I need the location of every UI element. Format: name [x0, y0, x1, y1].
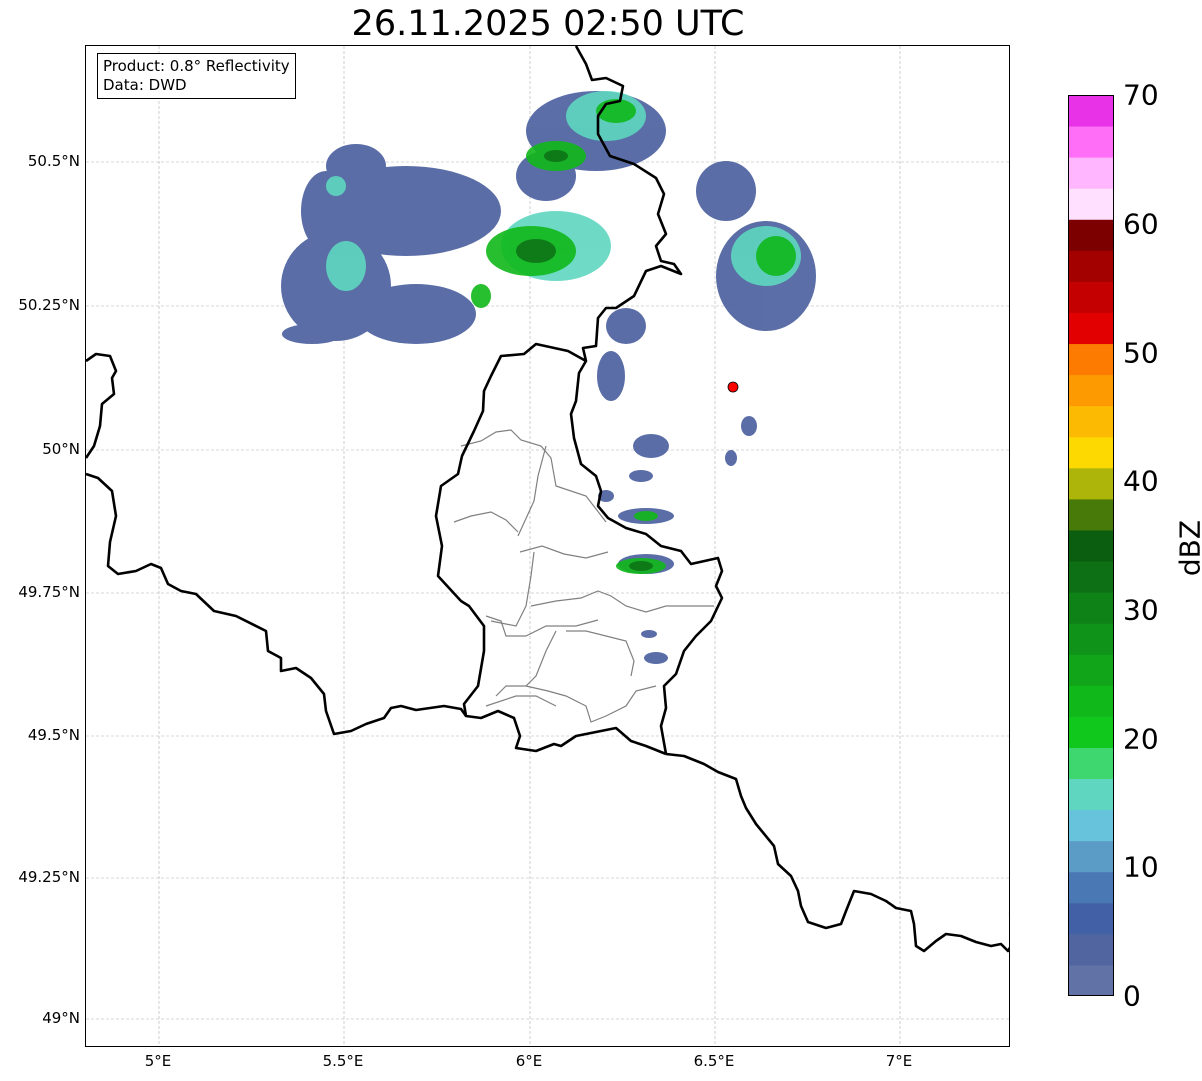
- x-tick-label: 7°E: [885, 1052, 913, 1070]
- x-tick-label: 5°E: [144, 1052, 172, 1070]
- colorbar-segment: [1068, 405, 1114, 438]
- colorbar-segment: [1068, 654, 1114, 686]
- product-label: Product: 0.8° Reflectivity: [103, 57, 290, 75]
- internal-boundaries: [453, 429, 714, 723]
- colorbar-tick-label: 0: [1123, 979, 1141, 1013]
- colorbar-tick-label: 70: [1123, 78, 1159, 112]
- colorbar-segment: [1068, 840, 1114, 873]
- product-info-box: Product: 0.8° Reflectivity Data: DWD: [97, 53, 296, 99]
- colorbar-segment: [1068, 312, 1114, 345]
- map-title: 26.11.2025 02:50 UTC: [351, 4, 745, 44]
- colorbar-segment: [1068, 529, 1114, 562]
- colorbar-segment: [1068, 436, 1114, 469]
- colorbar-segment: [1068, 778, 1114, 811]
- colorbar-segment: [1068, 157, 1114, 189]
- colorbar-segment: [1068, 498, 1114, 531]
- y-tick-label: 50°N: [42, 440, 80, 458]
- y-tick-label: 49.75°N: [18, 583, 80, 601]
- colorbar-segment: [1068, 964, 1114, 996]
- y-tick-label: 49.5°N: [27, 726, 80, 744]
- y-tick-label: 50.25°N: [18, 296, 80, 314]
- station-marker[interactable]: [727, 381, 739, 393]
- colorbar-segment: [1068, 902, 1114, 935]
- colorbar-segment: [1068, 561, 1114, 593]
- colorbar-segment: [1068, 126, 1114, 158]
- x-tick-label: 5.5°E: [322, 1052, 364, 1070]
- colorbar-segment: [1068, 374, 1114, 407]
- y-tick-label: 49°N: [42, 1009, 80, 1027]
- colorbar-segment: [1068, 95, 1114, 127]
- colorbar-segment: [1068, 623, 1114, 655]
- colorbar-segment: [1068, 219, 1114, 251]
- radar-echoes: [281, 91, 816, 664]
- colorbar-segment: [1068, 343, 1114, 376]
- colorbar-segment: [1068, 809, 1114, 842]
- colorbar-segment: [1068, 467, 1114, 500]
- colorbar-tick-label: 40: [1123, 464, 1159, 498]
- colorbar-segment: [1068, 871, 1114, 904]
- colorbar-tick-label: 50: [1123, 336, 1159, 370]
- colorbar-tick-label: 20: [1123, 722, 1159, 756]
- colorbar-segment: [1068, 188, 1114, 220]
- x-tick-label: 6°E: [515, 1052, 543, 1070]
- colorbar-segment: [1068, 281, 1114, 313]
- colorbar-segment: [1068, 747, 1114, 780]
- colorbar-segment: [1068, 716, 1114, 748]
- radar-map[interactable]: [85, 45, 1010, 1047]
- colorbar-label: dBZ: [1173, 519, 1202, 577]
- colorbar-segment: [1068, 933, 1114, 966]
- colorbar: [1068, 95, 1114, 996]
- colorbar-tick-label: 30: [1123, 593, 1159, 627]
- colorbar-segment: [1068, 250, 1114, 282]
- x-tick-label: 6.5°E: [693, 1052, 735, 1070]
- colorbar-tick-label: 10: [1123, 850, 1159, 884]
- y-tick-label: 50.5°N: [27, 152, 80, 170]
- colorbar-segment: [1068, 592, 1114, 624]
- colorbar-tick-label: 60: [1123, 207, 1159, 241]
- y-tick-label: 49.25°N: [18, 868, 80, 886]
- map-canvas: [86, 46, 1009, 1046]
- colorbar-segment: [1068, 685, 1114, 717]
- data-source-label: Data: DWD: [103, 76, 187, 94]
